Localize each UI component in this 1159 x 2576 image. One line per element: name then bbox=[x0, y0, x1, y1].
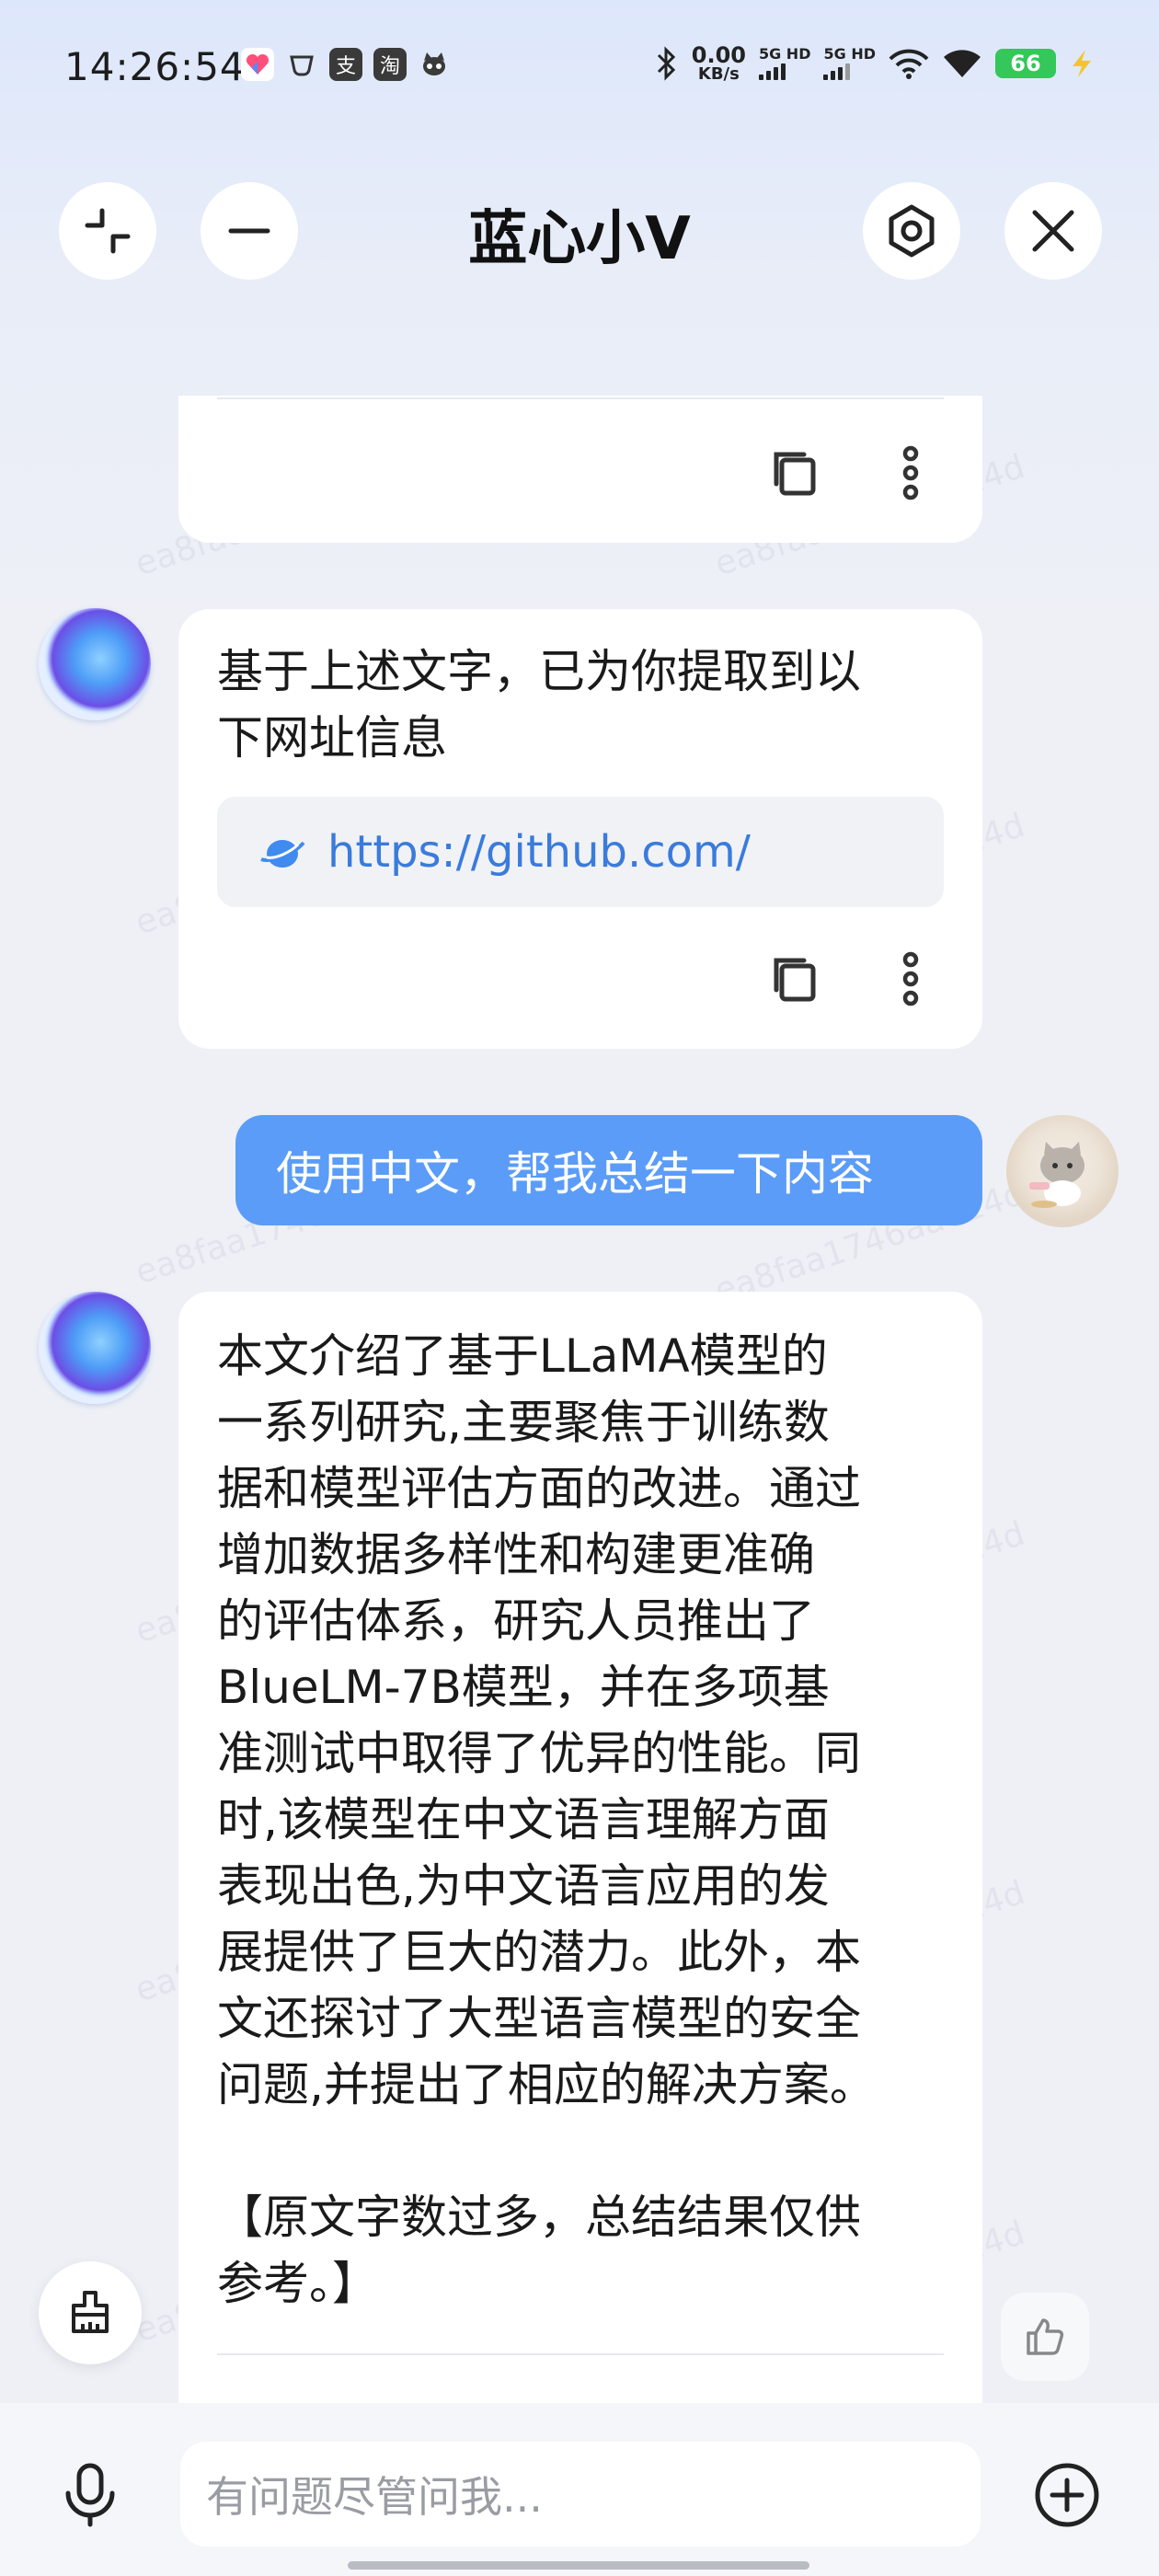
summary-line: 展提供了巨大的潜力。此外，本 bbox=[217, 1926, 861, 1979]
gear-icon bbox=[889, 204, 935, 258]
summary-line: 一系列研究,主要聚焦于训练数 bbox=[217, 1396, 830, 1449]
card-divider bbox=[217, 397, 944, 399]
battery-indicator: 66 bbox=[995, 49, 1056, 78]
close-icon bbox=[1032, 210, 1074, 252]
hotspot-signal-icon bbox=[889, 49, 929, 79]
voice-input-button[interactable] bbox=[55, 2460, 125, 2530]
page-title: 蓝心小V bbox=[468, 205, 691, 273]
summary-line: 本文介绍了基于LLaMA模型的 bbox=[217, 1329, 828, 1383]
user-message-bubble[interactable]: 使用中文，帮我总结一下内容 bbox=[235, 1115, 982, 1225]
more-vertical-icon bbox=[902, 445, 919, 500]
status-app-icons: 支 淘 bbox=[241, 48, 451, 81]
summary-line: 据和模型评估方面的改进。通过 bbox=[217, 1462, 861, 1515]
cat-avatar-icon bbox=[1029, 1142, 1084, 1208]
link-url[interactable]: https://github.com/ bbox=[327, 826, 751, 878]
summary-message-card: 本文介绍了基于LLaMA模型的 一系列研究,主要聚焦于训练数 据和模型评估方面的… bbox=[178, 1292, 982, 2405]
summary-line: 问题,并提出了相应的解决方案。 bbox=[217, 2058, 876, 2111]
close-button[interactable] bbox=[1004, 182, 1102, 280]
summary-line: 的评估体系，研究人员推出了 bbox=[217, 1594, 815, 1648]
link-extraction-card: 基于上述文字，已为你提取到以 下网址信息 https://github.com/ bbox=[178, 609, 982, 1049]
bluetooth-icon bbox=[657, 46, 675, 81]
summary-text: 本文介绍了基于LLaMA模型的 一系列研究,主要聚焦于训练数 据和模型评估方面的… bbox=[217, 1323, 971, 2317]
charging-icon bbox=[1073, 50, 1091, 77]
assistant-avatar bbox=[39, 1292, 151, 1404]
planet-link-icon bbox=[260, 840, 305, 868]
add-attachment-button[interactable] bbox=[1028, 2456, 1106, 2534]
summary-line: 增加数据多样性和构建更准确 bbox=[217, 1528, 815, 1581]
more-options-button[interactable] bbox=[883, 445, 938, 500]
copy-button[interactable] bbox=[767, 445, 822, 500]
plus-circle-icon bbox=[1035, 2463, 1099, 2527]
summary-line: BlueLM-7B模型，并在多项基 bbox=[217, 1661, 830, 1714]
taobao-app-icon: 淘 bbox=[373, 48, 407, 81]
previous-message-card bbox=[178, 396, 982, 543]
cup-app-icon bbox=[285, 48, 318, 81]
more-options-button[interactable] bbox=[883, 951, 938, 1006]
summary-line: 表现出色,为中文语言应用的发 bbox=[217, 1859, 830, 1913]
wifi-icon bbox=[944, 50, 981, 77]
clear-chat-button[interactable] bbox=[39, 2261, 142, 2364]
assistant-avatar bbox=[39, 608, 151, 720]
sim1-signal: 5G HD bbox=[758, 47, 810, 80]
user-avatar[interactable] bbox=[1006, 1115, 1119, 1227]
cat-app-icon bbox=[418, 48, 451, 81]
sim2-signal: 5G HD bbox=[823, 47, 876, 80]
copy-icon bbox=[774, 452, 816, 496]
user-message-text: 使用中文，帮我总结一下内容 bbox=[276, 1147, 874, 1201]
copy-icon bbox=[774, 958, 816, 1002]
thumbs-up-icon bbox=[1027, 2318, 1064, 2355]
summary-line: 准测试中取得了优异的性能。同 bbox=[217, 1727, 861, 1780]
settings-button[interactable] bbox=[863, 182, 960, 280]
net-speed: 0.00 KB/s bbox=[691, 42, 746, 84]
card-divider bbox=[217, 2353, 944, 2355]
summary-note-line: 【原文字数过多，总结结果仅供 bbox=[217, 2191, 861, 2244]
summary-note-line: 参考。】 bbox=[217, 2257, 378, 2310]
signal-bars-icon bbox=[758, 62, 786, 80]
more-vertical-icon bbox=[902, 951, 919, 1006]
extracted-link[interactable]: https://github.com/ bbox=[217, 797, 944, 907]
input-placeholder: 有问题尽管问我... bbox=[206, 2472, 543, 2522]
copy-button[interactable] bbox=[767, 951, 822, 1006]
like-button[interactable] bbox=[1001, 2293, 1089, 2381]
status-right: 0.00 KB/s 5G HD 5G HD 66 bbox=[655, 44, 1095, 83]
summary-blank-line bbox=[217, 2118, 971, 2184]
health-app-icon bbox=[241, 48, 274, 81]
home-indicator[interactable] bbox=[348, 2561, 809, 2570]
broom-icon bbox=[72, 2291, 109, 2333]
microphone-icon bbox=[65, 2463, 115, 2527]
signal-bars-icon bbox=[823, 62, 851, 80]
summary-line: 时,该模型在中文语言理解方面 bbox=[217, 1793, 830, 1846]
alipay-app-icon: 支 bbox=[329, 48, 362, 81]
summary-line: 文还探讨了大型语言模型的安全 bbox=[217, 1992, 861, 2045]
message-text: 基于上述文字，已为你提取到以 下网址信息 bbox=[217, 645, 861, 765]
message-input[interactable]: 有问题尽管问我... bbox=[180, 2442, 981, 2547]
status-time: 14:26:54 bbox=[64, 44, 246, 89]
